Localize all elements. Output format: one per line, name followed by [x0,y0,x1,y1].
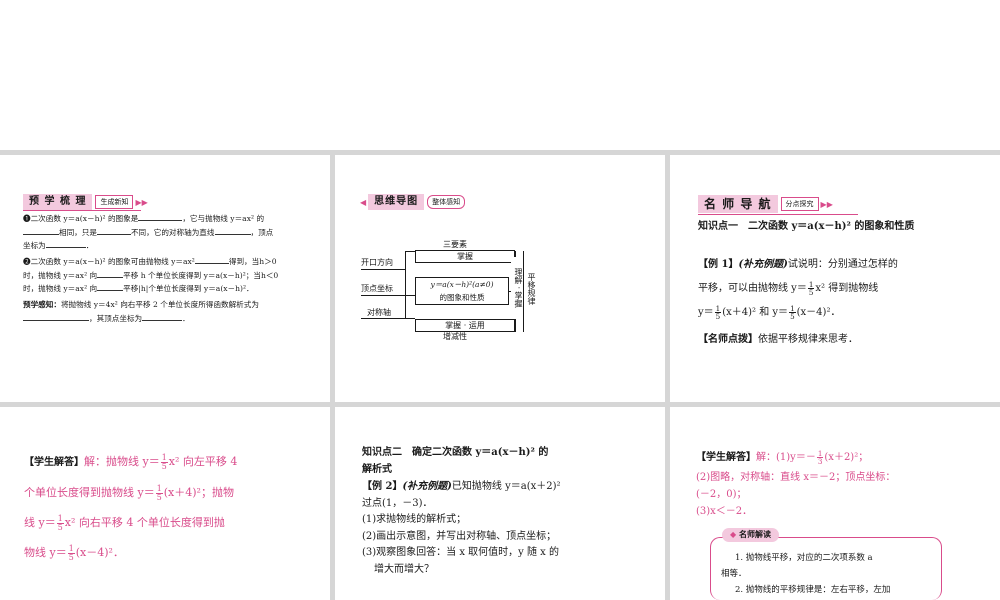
decor-icon: ◆ [730,530,737,539]
connector-line [405,295,415,296]
arrow-right-icon: ▶▶ [820,199,833,209]
section-subtitle: 生成新知 [95,195,134,209]
header-underline [23,210,141,211]
mindmap-left-label: 对称轴 [367,308,391,317]
panel-teacher-guide: 名 师 导 航 分点探究 ▶▶ 知识点一 二次函数 y＝a(x－h)² 的图象和… [670,155,1000,402]
mindmap-left-label: 开口方向 [361,258,393,267]
fraction: 15 [714,303,722,321]
preview-perception: 预学感知：将抛物线 y＝4x² 向右平移 2 个单位长度所得函数解析式为 ，其顶… [23,300,259,323]
panel-mind-map: ◀ 思维导图 整体感知 开口方向 顶点坐标 对称轴 三要素 掌握 y＝a(x－h… [335,155,665,402]
panel-student-answer-1: 【学生解答】解：抛物线 y＝ 1 5 x² 向左平移 4 个单位长度得到抛物线 y＝ 1… [0,407,330,600]
fraction: 15 [789,303,796,321]
item-1: ❶二次函数 y＝a(x－h)² 的图象是 ，它与抛物线 y＝ax² 的 相同，只是… [23,212,274,250]
arrow-left-icon: ◀ [360,197,367,207]
blank [97,282,124,291]
panel-preview-summary: 预 学 梳 理 生成新知 ▶▶ ❶二次函数 y＝a(x－h)² 的图象是 ，它与抛… [0,155,330,402]
mindmap-bottom-label: 增减性 [443,332,467,341]
knowledge-point-heading: 知识点二 确定二次函数 y＝a(x－h)² 的 解析式 [362,447,549,475]
example-1: 【例 1】(补充例题)试说明：分别通过怎样的 平移，可以由抛物线 y＝ 1 5 x² … [698,259,898,321]
blank [23,226,59,235]
section-title: 思维导图 [368,194,425,210]
blank [45,239,86,248]
fraction: 15 [807,279,815,297]
connector-line [405,251,406,319]
connector-line [361,269,405,270]
section-title: 名 师 导 航 [698,195,778,213]
mindmap-top-label: 三要素 [443,240,467,249]
student-answer: 【学生解答】解：抛物线 y＝ 1 5 x² 向左平移 4 个单位长度得到抛物线 y＝ 1… [24,452,238,562]
knowledge-point-heading: 知识点一 二次函数 y＝a(x－h)² 的图象和性质 [698,221,915,232]
mindmap-vertical-label: 平移规律 [524,261,537,317]
mindmap-left-label: 顶点坐标 [361,284,393,293]
header-underline [698,214,858,215]
blank [23,312,89,321]
section-header: 预 学 梳 理 生成新知 ▶▶ [23,194,148,210]
mindmap-top-box: 掌握 [415,250,515,263]
blank [142,312,183,321]
blank [214,226,251,235]
mindmap-center-box: y＝a(x－h)²(a≠0) 的图象和性质 [415,277,509,305]
blank [96,226,131,235]
example-2: 【例 2】(补充例题)已知抛物线 y＝a(x＋2)² 过点(1，－3)． (1)… [362,481,561,575]
section-subtitle: 分点探究 [780,197,819,211]
connector-line [361,295,405,296]
section-header: ◀ 思维导图 整体感知 [360,194,466,210]
section-title: 预 学 梳 理 [23,194,93,210]
teacher-interpretation-tag: ◆ 名师解读 [722,528,779,542]
section-header: 名 师 导 航 分点探究 ▶▶ [698,195,833,213]
teacher-interpretation-box: 1. 抛物线平移，对应的二次项系数 a 相等． 2. 抛物线的平移规律是：左右平… [710,537,942,600]
item-2: ❷二次函数 y＝a(x－h)² 的图象可由抛物线 y＝ax² 得到，当h＞0 时，… [23,255,279,293]
fraction: 15 [160,452,168,471]
blank [194,255,229,264]
teacher-tip: 【名师点拨】依据平移规律来思考． [698,334,858,345]
panel-knowledge-point-2: 知识点二 确定二次函数 y＝a(x－h)² 的 解析式 【例 2】(补充例题)已… [335,407,665,600]
connector-line [405,251,415,252]
blank [97,269,124,278]
fraction: 15 [155,483,163,502]
connector-line [405,318,415,319]
fraction: 15 [56,513,64,532]
student-answer: 【学生解答】解：(1)y＝－ 1 3 (x＋2)²； (2)图略，对称轴：直线 x＝－… [696,448,896,517]
arrow-right-icon: ▶▶ [135,197,148,207]
fraction: 13 [816,448,824,466]
section-subtitle: 整体感知 [427,195,466,209]
fraction: 15 [67,543,75,562]
blank [138,212,183,221]
connector-line [361,318,405,319]
